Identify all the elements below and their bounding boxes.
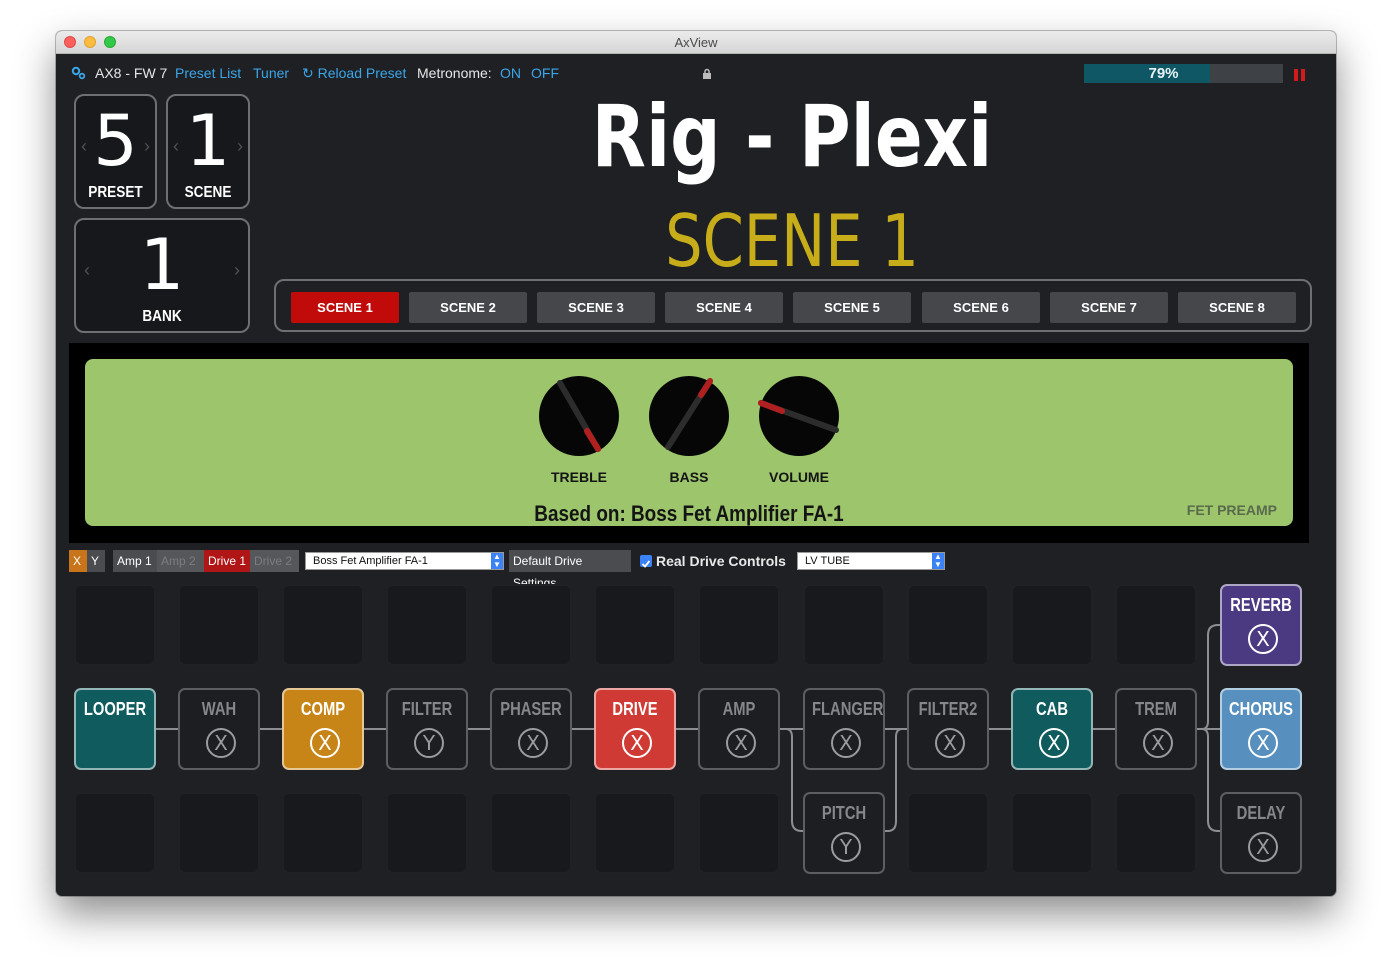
looper-block[interactable]: LOOPER [74, 688, 156, 770]
block-label: CAB [1036, 699, 1068, 719]
empty-slot[interactable] [594, 792, 676, 874]
empty-slot[interactable] [803, 584, 885, 666]
empty-slot[interactable] [907, 792, 989, 874]
empty-slot[interactable] [698, 792, 780, 874]
block-state-toggle[interactable]: Y [831, 832, 861, 862]
empty-slot[interactable] [907, 584, 989, 666]
pitch-block[interactable]: PITCH Y [803, 792, 885, 874]
delay-block[interactable]: DELAY X [1220, 792, 1302, 874]
block-state-toggle[interactable]: Y [414, 728, 444, 758]
empty-slot[interactable] [1115, 584, 1197, 666]
block-label: PHASER [500, 699, 562, 719]
empty-slot[interactable] [178, 792, 260, 874]
block-label: LOOPER [83, 699, 147, 719]
block-state-toggle[interactable]: X [518, 728, 548, 758]
empty-slot[interactable] [282, 792, 364, 874]
block-state-toggle[interactable]: X [310, 728, 340, 758]
trem-block[interactable]: TREM X [1115, 688, 1197, 770]
block-label: FILTER2 [918, 699, 978, 719]
block-state-toggle[interactable]: X [831, 728, 861, 758]
block-state-toggle[interactable]: X [935, 728, 965, 758]
block-state-toggle[interactable]: X [1248, 832, 1278, 862]
empty-slot[interactable] [282, 584, 364, 666]
cab-block[interactable]: CAB X [1011, 688, 1093, 770]
app-window: AxView AX8 - FW 7 Preset List Tuner ↻ Re… [56, 31, 1336, 896]
block-label: TREM [1135, 699, 1177, 719]
empty-slot[interactable] [1011, 792, 1093, 874]
block-label: COMP [300, 699, 346, 719]
comp-block[interactable]: COMP X [282, 688, 364, 770]
block-state-toggle[interactable]: X [1248, 728, 1278, 758]
flanger-block[interactable]: FLANGER X [803, 688, 885, 770]
drive-block[interactable]: DRIVE X [594, 688, 676, 770]
empty-slot[interactable] [1011, 584, 1093, 666]
block-state-toggle[interactable]: X [1039, 728, 1069, 758]
empty-slot[interactable] [74, 584, 156, 666]
empty-slot[interactable] [74, 792, 156, 874]
block-label: WAH [201, 699, 237, 719]
phaser-block[interactable]: PHASER X [490, 688, 572, 770]
block-state-toggle[interactable]: X [1248, 624, 1278, 654]
reverb-block[interactable]: REVERB X [1220, 584, 1302, 666]
block-label: DELAY [1236, 803, 1286, 823]
empty-slot[interactable] [698, 584, 780, 666]
block-state-toggle[interactable]: X [206, 728, 236, 758]
empty-slot[interactable] [386, 584, 468, 666]
empty-slot[interactable] [386, 792, 468, 874]
block-state-toggle[interactable]: X [726, 728, 756, 758]
empty-slot[interactable] [490, 584, 572, 666]
filter2-block[interactable]: FILTER2 X [907, 688, 989, 770]
empty-slot[interactable] [1115, 792, 1197, 874]
block-label: DRIVE [612, 699, 658, 719]
block-label: FILTER [401, 699, 453, 719]
chorus-block[interactable]: CHORUS X [1220, 688, 1302, 770]
amp-block[interactable]: AMP X [698, 688, 780, 770]
filter-block[interactable]: FILTER Y [386, 688, 468, 770]
block-label: REVERB [1230, 595, 1292, 615]
empty-slot[interactable] [490, 792, 572, 874]
block-label: FLANGER [812, 699, 884, 719]
block-label: CHORUS [1229, 699, 1293, 719]
empty-slot[interactable] [594, 584, 676, 666]
wah-block[interactable]: WAH X [178, 688, 260, 770]
block-label: PITCH [821, 803, 867, 823]
block-label: AMP [722, 699, 756, 719]
empty-slot[interactable] [178, 584, 260, 666]
block-state-toggle[interactable]: X [1143, 728, 1173, 758]
block-state-toggle[interactable]: X [622, 728, 652, 758]
